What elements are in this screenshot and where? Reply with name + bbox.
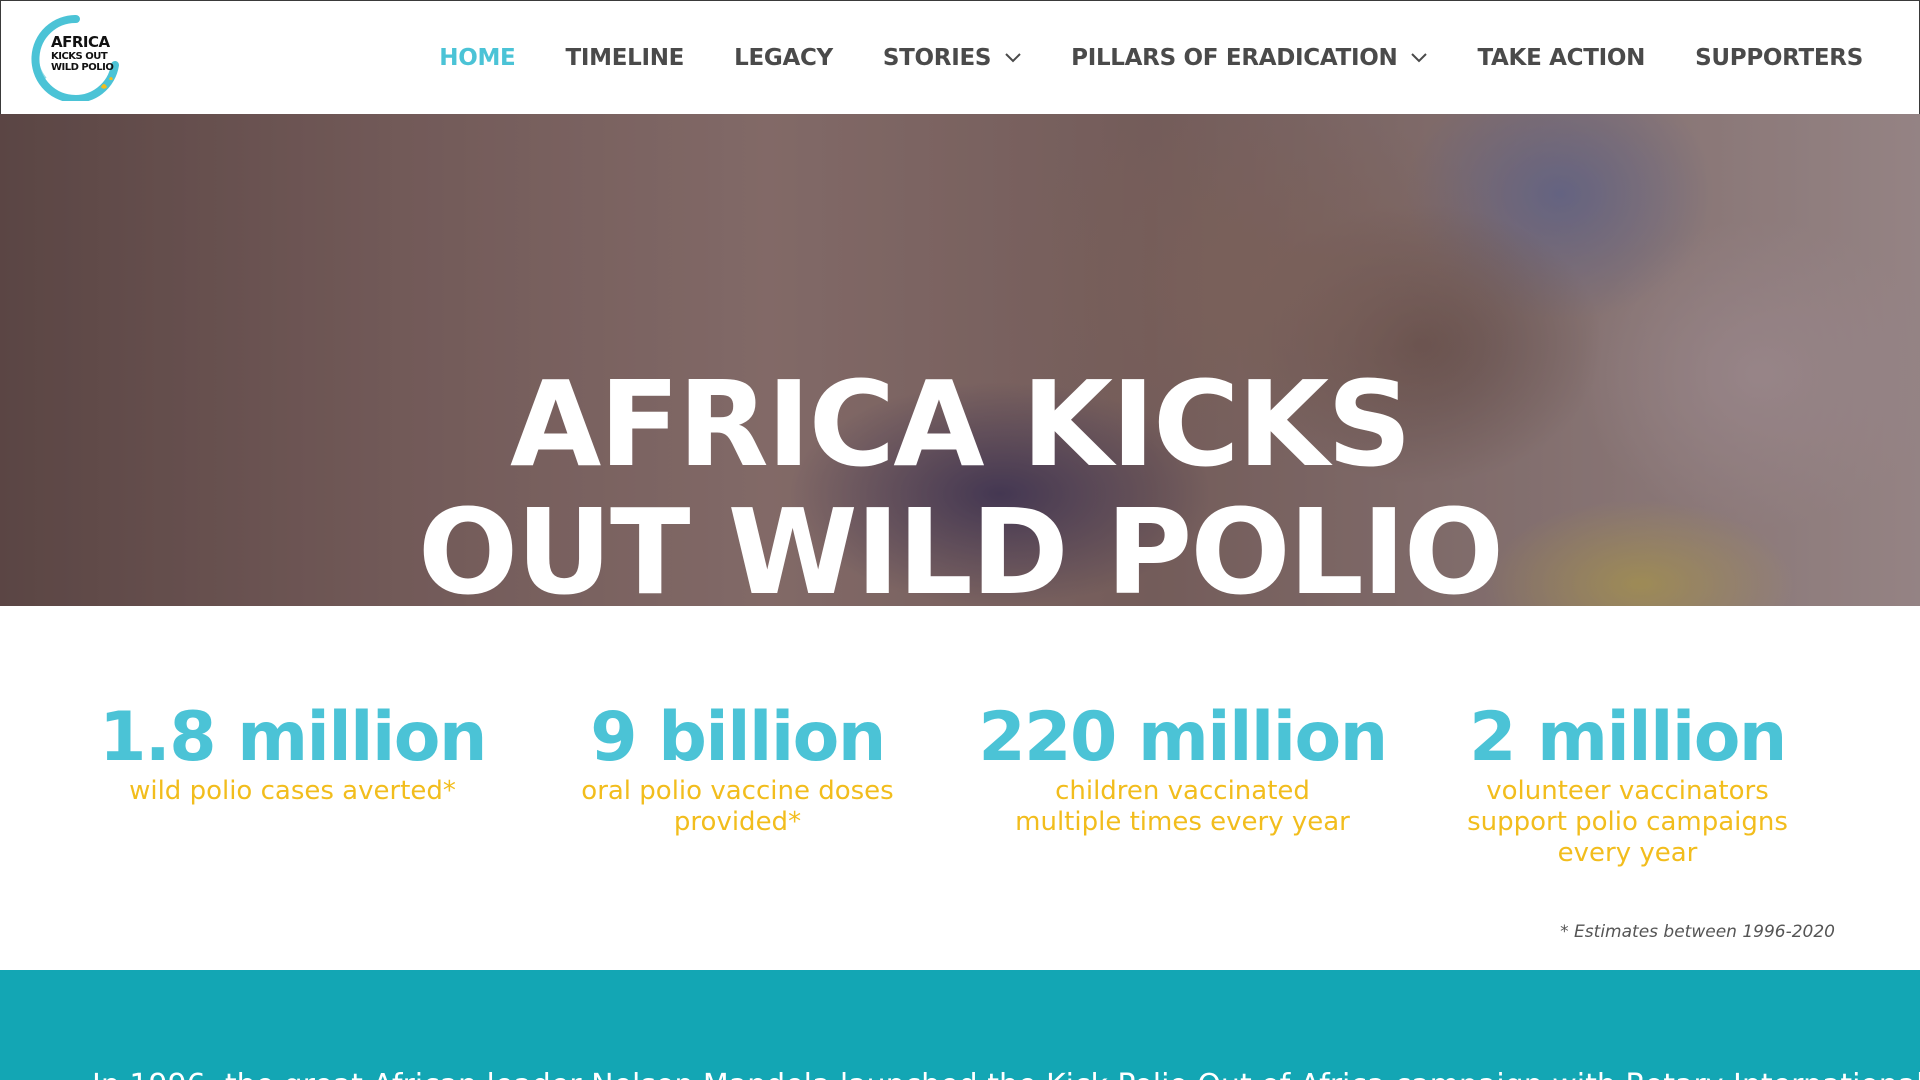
- site-logo[interactable]: AFRICA KICKS OUT WILD POLIO: [31, 15, 121, 101]
- main-nav: HOME TIMELINE LEGACY STORIES PILLARS OF …: [439, 1, 1863, 115]
- site-header: AFRICA KICKS OUT WILD POLIO HOME TIMELIN…: [0, 0, 1920, 114]
- nav-item-stories[interactable]: STORIES: [883, 45, 1021, 71]
- hero-title: AFRICA KICKS OUT WILD POLIO: [0, 360, 1920, 606]
- logo-line-3: WILD POLIO: [51, 62, 114, 73]
- stats-row: 1.8 million wild polio cases averted* 9 …: [70, 698, 1850, 869]
- hero-title-line-2: OUT WILD POLIO: [417, 483, 1504, 606]
- nav-item-pillars-of-eradication[interactable]: PILLARS OF ERADICATION: [1071, 45, 1428, 71]
- intro-text: In 1996, the great African leader Nelson…: [92, 1068, 1920, 1080]
- nav-item-take-action[interactable]: TAKE ACTION: [1477, 45, 1645, 71]
- nav-item-label: TIMELINE: [565, 45, 685, 71]
- intro-band: In 1996, the great African leader Nelson…: [0, 970, 1920, 1080]
- logo-line-1: AFRICA: [51, 33, 110, 51]
- stat-label: volunteer vaccinators support polio camp…: [1467, 776, 1788, 868]
- stat-label: wild polio cases averted*: [129, 776, 456, 806]
- nav-item-label: STORIES: [882, 45, 992, 71]
- chevron-down-icon[interactable]: [1411, 53, 1428, 63]
- stat-value: 2 million: [1469, 698, 1787, 777]
- nav-item-label: HOME: [439, 45, 516, 71]
- stats-footnote: * Estimates between 1996-2020: [1560, 922, 1835, 942]
- nav-item-legacy[interactable]: LEGACY: [734, 45, 833, 71]
- logo-line-2: KICKS OUT: [51, 51, 108, 62]
- stat-label: children vaccinated multiple times every…: [1015, 776, 1350, 837]
- hero-title-line-1: AFRICA KICKS: [509, 355, 1412, 493]
- stat-item: 1.8 million wild polio cases averted*: [70, 700, 515, 850]
- stat-label: oral polio vaccine doses provided*: [581, 776, 894, 837]
- nav-item-timeline[interactable]: TIMELINE: [565, 45, 684, 71]
- stat-value: 220 million: [978, 698, 1388, 777]
- chevron-down-icon[interactable]: [1005, 53, 1021, 63]
- logo-wordmark: AFRICA KICKS OUT WILD POLIO: [51, 35, 121, 73]
- stat-item: 9 billion oral polio vaccine doses provi…: [515, 700, 960, 850]
- nav-item-label: LEGACY: [734, 45, 833, 71]
- stat-item: 220 million children vaccinated multiple…: [960, 700, 1405, 850]
- nav-item-home[interactable]: HOME: [439, 45, 516, 71]
- stat-item: 2 million volunteer vaccinators support …: [1405, 698, 1850, 869]
- nav-item-supporters[interactable]: SUPPORTERS: [1695, 45, 1863, 71]
- stat-value: 1.8 million: [99, 698, 487, 777]
- hero-banner: AFRICA KICKS OUT WILD POLIO: [0, 114, 1920, 606]
- stat-value: 9 billion: [590, 698, 886, 777]
- nav-item-label: TAKE ACTION: [1477, 45, 1646, 71]
- nav-item-label: PILLARS OF ERADICATION: [1071, 45, 1398, 71]
- nav-item-label: SUPPORTERS: [1695, 45, 1863, 71]
